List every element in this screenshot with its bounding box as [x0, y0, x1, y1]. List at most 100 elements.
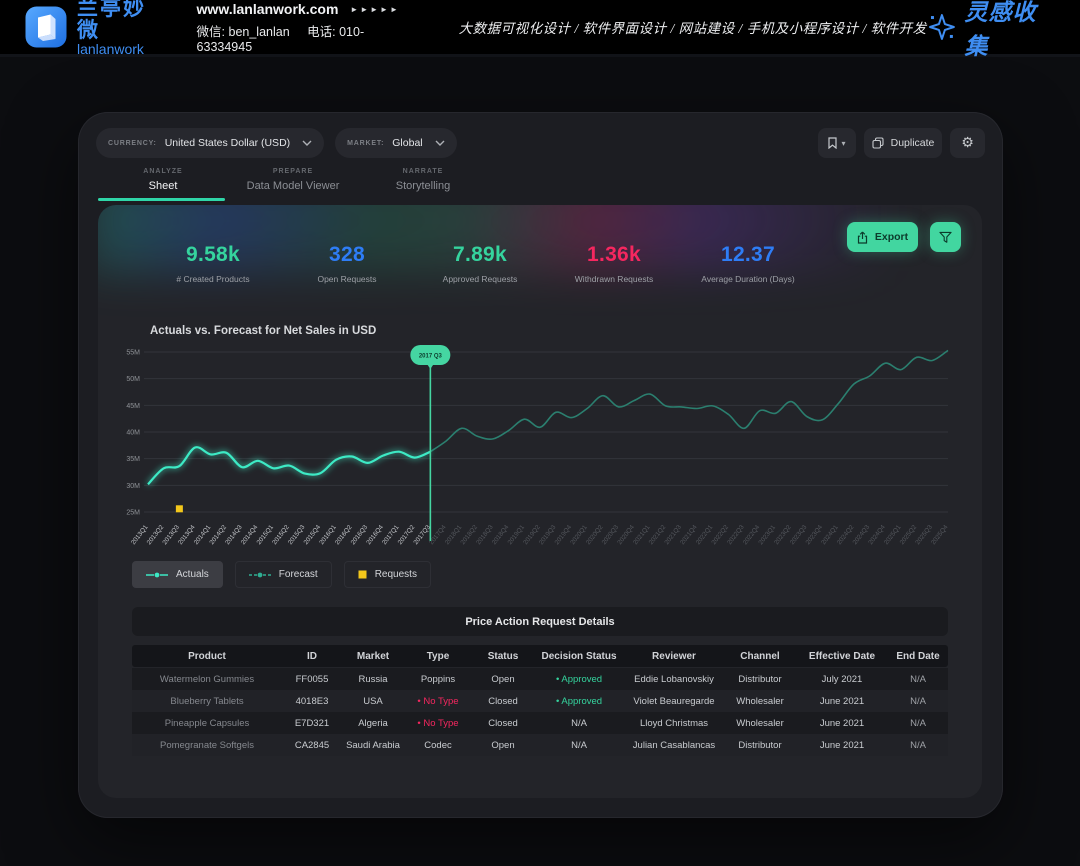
legend-label: Actuals: [176, 569, 209, 580]
cell-decision: N/A: [534, 740, 624, 751]
table-row[interactable]: Watermelon GummiesFF0055RussiaPoppinsOpe…: [132, 668, 948, 690]
tab-sheet[interactable]: ANALYZESheet: [98, 168, 228, 201]
services-text: 大数据可视化设计 / 软件界面设计 / 网站建设 / 手机及小程序设计 / 软件…: [459, 17, 927, 37]
cell-market: Russia: [342, 674, 404, 685]
duplicate-button[interactable]: Duplicate: [864, 128, 942, 158]
currency-dropdown[interactable]: CURRENCY: United States Dollar (USD): [96, 128, 324, 158]
chart-title: Actuals vs. Forecast for Net Sales in US…: [150, 325, 376, 337]
column-header-decision-status: Decision Status: [534, 651, 624, 662]
lanlanwork-logo-icon: [24, 5, 68, 49]
contact-block: www.lanlanwork.com ►►►►► 微信: ben_lanlan …: [197, 1, 419, 54]
duplicate-label: Duplicate: [891, 137, 935, 149]
cell-market: USA: [342, 696, 404, 707]
forecast-legend-icon: [249, 571, 271, 579]
chevron-down-icon: [302, 140, 312, 146]
column-header-channel: Channel: [724, 651, 796, 662]
tab-group-label: NARRATE: [358, 168, 488, 175]
website-link[interactable]: www.lanlanwork.com: [197, 1, 339, 17]
cell-end: N/A: [888, 696, 948, 707]
brand-name-cn: 兰亭妙微: [77, 0, 169, 42]
cell-end: N/A: [888, 718, 948, 729]
cell-channel: Wholesaler: [724, 696, 796, 707]
cell-reviewer: Eddie Lobanovskiy: [624, 674, 724, 685]
cell-market: Algeria: [342, 718, 404, 729]
svg-text:40M: 40M: [126, 430, 140, 437]
cell-decision: • Approved: [534, 696, 624, 707]
requests-legend-icon: [358, 570, 367, 579]
cell-reviewer: Lloyd Christmas: [624, 718, 724, 729]
active-tab-underline: [98, 198, 225, 201]
filter-funnel-icon: [939, 231, 952, 244]
table-row[interactable]: Pomegranate SoftgelsCA2845Saudi ArabiaCo…: [132, 734, 948, 756]
brand-name-en: lanlanwork: [77, 42, 169, 57]
column-header-status: Status: [472, 651, 534, 662]
cell-id: 4018E3: [282, 696, 342, 707]
cell-end: N/A: [888, 674, 948, 685]
forecast-line: [430, 350, 948, 451]
cell-market: Saudi Arabia: [342, 740, 404, 751]
kpi-average-duration-days-: 12.37Average Duration (Days): [701, 243, 794, 284]
tab-label: Data Model Viewer: [228, 180, 358, 192]
filter-button[interactable]: [930, 222, 961, 252]
cell-type: Poppins: [404, 674, 472, 685]
cell-product: Pineapple Capsules: [132, 718, 282, 729]
legend-toggle-actuals[interactable]: Actuals: [132, 561, 223, 588]
duplicate-icon: [872, 137, 884, 149]
table-title-bar: Price Action Request Details: [132, 607, 948, 636]
market-value: Global: [392, 137, 422, 149]
requests-point: [176, 505, 183, 512]
controls-row: CURRENCY: United States Dollar (USD) MAR…: [96, 128, 985, 158]
legend-label: Forecast: [279, 569, 318, 580]
svg-text:50M: 50M: [126, 376, 140, 383]
collect-label: 灵感收集: [965, 0, 1061, 61]
cell-reviewer: Violet Beauregarde: [624, 696, 724, 707]
cell-effective: June 2021: [796, 696, 888, 707]
legend-label: Requests: [375, 569, 417, 580]
tab-storytelling[interactable]: NARRATE Storytelling: [358, 168, 488, 201]
export-button[interactable]: Export: [847, 222, 918, 252]
table-row[interactable]: Pineapple CapsulesE7D321Algeria• No Type…: [132, 712, 948, 734]
chart-legend: Actuals Forecast Requests: [132, 561, 431, 588]
market-dropdown[interactable]: MARKET: Global: [335, 128, 456, 158]
cell-status: Closed: [472, 718, 534, 729]
net-sales-line-chart[interactable]: 55M50M45M40M35M30M25M2013Q12013Q22013Q32…: [110, 339, 970, 557]
svg-text:2025Q4: 2025Q4: [930, 524, 950, 547]
cell-product: Pomegranate Softgels: [132, 740, 282, 751]
arrows-decoration: ►►►►►: [350, 5, 400, 14]
cell-product: Blueberry Tablets: [132, 696, 282, 707]
kpi-approved-requests: 7.89k Approved Requests: [443, 243, 518, 284]
bookmark-button[interactable]: ▾: [818, 128, 856, 158]
cell-effective: June 2021: [796, 740, 888, 751]
actuals-legend-icon: [146, 571, 168, 579]
svg-text:45M: 45M: [126, 403, 140, 410]
table-header-row: ProductIDMarketTypeStatusDecision Status…: [132, 645, 948, 667]
kpi-value: 328: [317, 243, 376, 267]
cell-id: FF0055: [282, 674, 342, 685]
export-label: Export: [875, 231, 908, 243]
table-row[interactable]: Blueberry Tablets4018E3USA• No TypeClose…: [132, 690, 948, 712]
table-title: Price Action Request Details: [465, 616, 614, 628]
cell-status: Closed: [472, 696, 534, 707]
kpi-open-requests: 328Open Requests: [317, 243, 376, 284]
cell-id: CA2845: [282, 740, 342, 751]
column-header-effective-date: Effective Date: [796, 651, 888, 662]
caret-down-icon: ▾: [841, 139, 845, 148]
settings-button[interactable]: ⚙: [950, 128, 985, 158]
legend-toggle-forecast[interactable]: Forecast: [235, 561, 332, 588]
cell-channel: Distributor: [724, 740, 796, 751]
column-header-market: Market: [342, 651, 404, 662]
tab-data-model-viewer[interactable]: PREPAREData Model Viewer: [228, 168, 358, 201]
kpi-value: 7.89k: [443, 243, 518, 267]
cell-id: E7D321: [282, 718, 342, 729]
cell-reviewer: Julian Casablancas: [624, 740, 724, 751]
tab-label: Storytelling: [358, 180, 488, 192]
kpi-label: Approved Requests: [443, 274, 518, 284]
svg-text:55M: 55M: [126, 350, 140, 357]
legend-toggle-requests[interactable]: Requests: [344, 561, 431, 588]
actuals-line: [148, 447, 430, 484]
kpi-value: 9.58k: [176, 243, 249, 267]
kpi-label: # Created Products: [176, 274, 249, 284]
kpi-withdrawn-requests: 1.36kWithdrawn Requests: [575, 243, 653, 284]
cell-effective: June 2021: [796, 718, 888, 729]
kpi-label: Withdrawn Requests: [575, 274, 653, 284]
